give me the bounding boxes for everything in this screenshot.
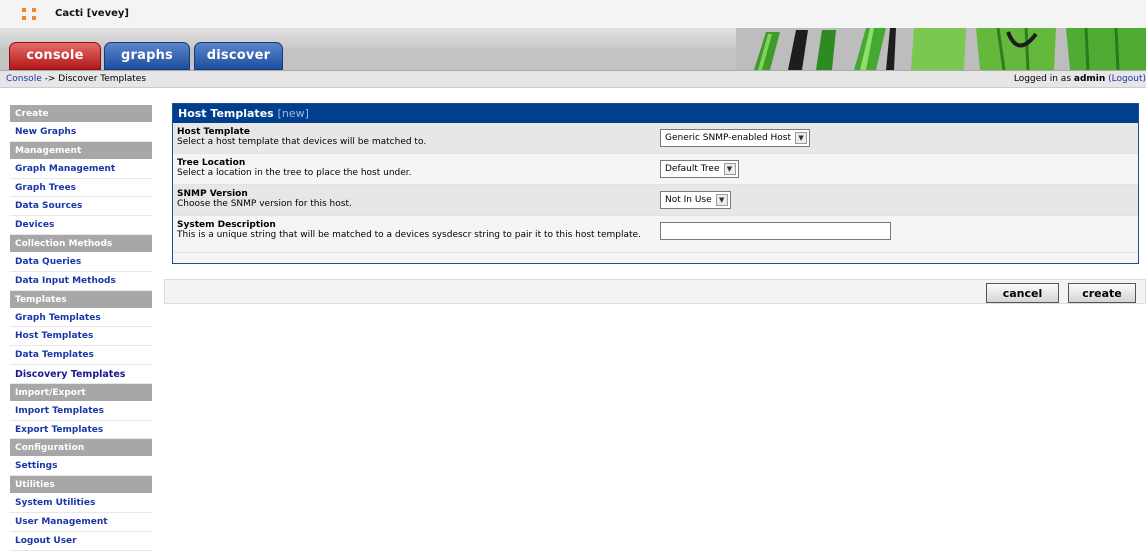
logout-link[interactable]: (Logout) xyxy=(1108,74,1146,84)
snmp-version-select[interactable]: Not In Use ▼ xyxy=(660,191,731,209)
sidebar-header-utilities: Utilities xyxy=(10,476,152,495)
field-label: System Description xyxy=(177,220,276,230)
sidebar-header-collection-methods: Collection Methods xyxy=(10,234,152,253)
login-user: admin xyxy=(1073,74,1106,84)
field-row-snmp-version: SNMP Version Choose the SNMP version for… xyxy=(173,185,1138,216)
field-description: Choose the SNMP version for this host. xyxy=(177,199,352,209)
field-description: This is a unique string that will be mat… xyxy=(177,230,641,240)
field-row-tree-location: Tree Location Select a location in the t… xyxy=(173,154,1138,185)
cancel-button[interactable]: cancel xyxy=(986,283,1059,303)
field-row-system-description: System Description This is a unique stri… xyxy=(173,216,1138,253)
host-template-select[interactable]: Generic SNMP-enabled Host ▼ xyxy=(660,129,811,147)
sidebar-item-import-templates[interactable]: Import Templates xyxy=(10,401,152,421)
host-templates-panel: Host Templates [new] Host Template Selec… xyxy=(172,103,1139,264)
breadcrumb-bar: Console -> Discover Templates Logged in … xyxy=(0,70,1146,88)
sidebar-item-data-sources[interactable]: Data Sources xyxy=(10,197,152,217)
field-row-host-template: Host Template Select a host template tha… xyxy=(173,123,1138,154)
cacti-logo-icon xyxy=(22,8,36,20)
tab-graphs[interactable]: graphs xyxy=(104,42,190,70)
login-prefix: Logged in as xyxy=(1013,74,1072,84)
sidebar-item-logout-user[interactable]: Logout User xyxy=(10,531,152,551)
select-value: Default Tree xyxy=(665,164,720,174)
sidebar-item-host-templates[interactable]: Host Templates xyxy=(10,327,152,347)
sidebar-item-graph-management[interactable]: Graph Management xyxy=(10,159,152,179)
create-button[interactable]: create xyxy=(1068,283,1136,303)
sidebar-item-discovery-templates[interactable]: Discovery Templates xyxy=(10,364,152,384)
sidebar-item-export-templates[interactable]: Export Templates xyxy=(10,420,152,440)
breadcrumb-separator: -> xyxy=(44,74,56,84)
field-description: Select a host template that devices will… xyxy=(177,137,427,147)
sidebar-menu: Create New Graphs Management Graph Manag… xyxy=(10,105,152,551)
sidebar-item-data-queries[interactable]: Data Queries xyxy=(10,252,152,272)
chevron-down-icon[interactable]: ▼ xyxy=(795,132,808,144)
cactus-banner-image xyxy=(736,28,1146,70)
tab-discover[interactable]: discover xyxy=(194,42,283,70)
sidebar-item-system-utilities[interactable]: System Utilities xyxy=(10,494,152,513)
sidebar-item-new-graphs[interactable]: New Graphs xyxy=(10,123,152,142)
panel-title-suffix: [new] xyxy=(277,107,309,120)
sidebar-item-data-input-methods[interactable]: Data Input Methods xyxy=(10,271,152,291)
sidebar-header-templates: Templates xyxy=(10,290,152,309)
field-description: Select a location in the tree to place t… xyxy=(177,168,412,178)
field-label: Host Template xyxy=(177,127,250,137)
select-value: Not In Use xyxy=(665,195,712,205)
panel-title-text: Host Templates xyxy=(178,107,274,120)
field-label: SNMP Version xyxy=(177,189,248,199)
login-status: Logged in as admin (Logout) xyxy=(1014,74,1146,84)
sidebar-item-graph-templates[interactable]: Graph Templates xyxy=(10,308,152,328)
header-banner: console graphs discover xyxy=(0,28,1146,70)
window-title: Cacti [vevey] xyxy=(55,8,129,19)
sidebar-header-import-export: Import/Export xyxy=(10,383,152,402)
system-description-input[interactable] xyxy=(660,222,891,240)
breadcrumb-current: Discover Templates xyxy=(58,74,147,84)
sidebar-item-data-templates[interactable]: Data Templates xyxy=(10,346,152,365)
sidebar-item-settings[interactable]: Settings xyxy=(10,457,152,477)
chevron-down-icon[interactable]: ▼ xyxy=(715,194,728,206)
field-label: Tree Location xyxy=(177,158,246,168)
sidebar-header-configuration: Configuration xyxy=(10,439,152,458)
select-value: Generic SNMP-enabled Host xyxy=(665,133,792,143)
breadcrumb-console-link[interactable]: Console xyxy=(6,74,42,84)
window-titlebar: Cacti [vevey] xyxy=(0,0,1146,28)
chevron-down-icon[interactable]: ▼ xyxy=(723,163,736,175)
tab-console[interactable]: console xyxy=(9,42,101,70)
sidebar-item-graph-trees[interactable]: Graph Trees xyxy=(10,178,152,198)
sidebar-header-management: Management xyxy=(10,141,152,160)
form-actions-bar: cancel create xyxy=(164,279,1146,304)
sidebar-item-devices[interactable]: Devices xyxy=(10,216,152,235)
panel-title: Host Templates [new] xyxy=(173,104,1138,123)
breadcrumb: Console -> Discover Templates xyxy=(6,74,146,84)
tree-location-select[interactable]: Default Tree ▼ xyxy=(660,160,739,178)
sidebar-item-user-management[interactable]: User Management xyxy=(10,512,152,532)
sidebar-header-create: Create xyxy=(10,105,152,123)
